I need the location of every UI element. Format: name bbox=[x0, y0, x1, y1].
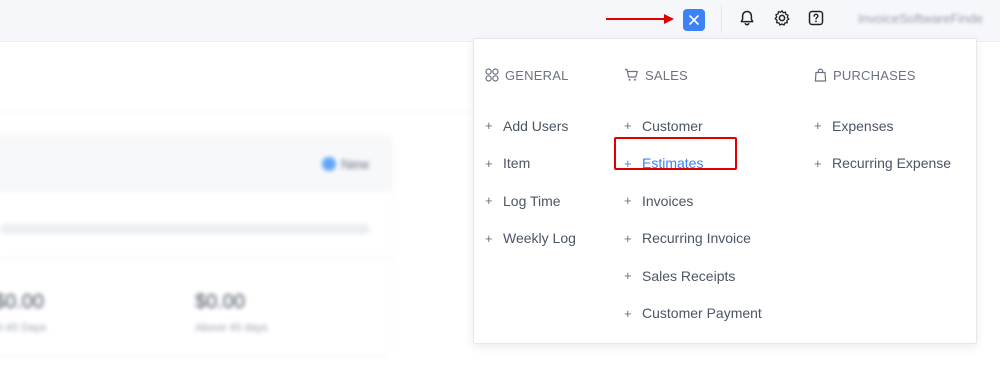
plus-icon: + bbox=[814, 155, 822, 171]
plus-icon: + bbox=[624, 230, 632, 246]
sales-heading: SALES bbox=[624, 65, 762, 85]
menu-item-expenses[interactable]: + Expenses bbox=[814, 107, 951, 145]
background-amount-2-caption: Above 45 days bbox=[195, 322, 268, 334]
plus-icon: + bbox=[485, 155, 493, 171]
close-icon bbox=[689, 15, 699, 25]
purchases-column: PURCHASES + Expenses + Recurring Expense bbox=[814, 65, 951, 182]
plus-icon: + bbox=[624, 155, 632, 171]
sales-heading-label: SALES bbox=[645, 67, 688, 83]
menu-item-recurring-expense[interactable]: + Recurring Expense bbox=[814, 145, 951, 183]
sales-column: SALES + Customer + Estimates + Invoices + Re… bbox=[624, 65, 762, 332]
bell-icon bbox=[740, 10, 754, 26]
notifications-button[interactable] bbox=[737, 8, 757, 28]
plus-icon: + bbox=[624, 305, 632, 321]
top-bar: InvoiceSoftwareFinde bbox=[0, 0, 1000, 42]
background-progress-bar bbox=[0, 224, 370, 234]
background-new-label: New bbox=[341, 156, 370, 172]
topbar-divider bbox=[721, 5, 722, 33]
background-new-button: New bbox=[322, 156, 369, 172]
plus-icon: + bbox=[485, 230, 493, 246]
general-items: + Add Users + Item + Log Time + Weekly Log bbox=[485, 107, 576, 257]
help-icon bbox=[808, 10, 824, 26]
gear-icon bbox=[774, 10, 790, 26]
plus-icon: + bbox=[624, 118, 632, 134]
plus-icon: + bbox=[624, 268, 632, 284]
plus-icon: + bbox=[485, 193, 493, 209]
menu-item-log-time[interactable]: + Log Time bbox=[485, 182, 576, 220]
app-root: New $0.00 0-45 Days $0.00 Above 45 days bbox=[0, 0, 1000, 381]
sales-items: + Customer + Estimates + Invoices + Recurrin… bbox=[624, 107, 762, 332]
purchases-items: + Expenses + Recurring Expense bbox=[814, 107, 951, 182]
general-heading: GENERAL bbox=[485, 65, 576, 85]
menu-item-weekly-log[interactable]: + Weekly Log bbox=[485, 220, 576, 258]
menu-item-recurring-invoice[interactable]: + Recurring Invoice bbox=[624, 220, 762, 258]
menu-item-sales-receipts[interactable]: + Sales Receipts bbox=[624, 257, 762, 295]
plus-icon: + bbox=[814, 118, 822, 134]
menu-item-customer-payment[interactable]: + Customer Payment bbox=[624, 295, 762, 333]
general-column: GENERAL + Add Users + Item + Log Time + Week… bbox=[485, 65, 576, 257]
menu-item-item[interactable]: + Item bbox=[485, 145, 576, 183]
background-amount-1: $0.00 bbox=[0, 291, 45, 313]
menu-item-customer[interactable]: + Customer bbox=[624, 107, 762, 145]
general-heading-label: GENERAL bbox=[505, 67, 569, 83]
background-amount-2: $0.00 bbox=[195, 291, 246, 313]
menu-item-add-users[interactable]: + Add Users bbox=[485, 107, 576, 145]
user-name[interactable]: InvoiceSoftwareFinde bbox=[858, 11, 983, 26]
new-dot-icon bbox=[322, 157, 336, 171]
annotation-arrow-icon bbox=[606, 14, 674, 24]
purchases-heading-label: PURCHASES bbox=[833, 67, 916, 83]
quick-create-menu: GENERAL + Add Users + Item + Log Time + Week… bbox=[473, 38, 977, 344]
quick-create-close-button[interactable] bbox=[683, 9, 705, 31]
help-button[interactable] bbox=[806, 8, 826, 28]
menu-item-estimates[interactable]: + Estimates bbox=[624, 145, 762, 183]
plus-icon: + bbox=[485, 118, 493, 134]
background-amount-1-caption: 0-45 Days bbox=[0, 322, 47, 334]
grid-icon bbox=[485, 68, 499, 82]
purchases-heading: PURCHASES bbox=[814, 65, 951, 85]
settings-button[interactable] bbox=[772, 8, 792, 28]
plus-icon: + bbox=[624, 193, 632, 209]
bag-icon bbox=[814, 68, 827, 82]
cart-icon bbox=[625, 68, 638, 81]
background-divider bbox=[0, 112, 470, 113]
menu-item-invoices[interactable]: + Invoices bbox=[624, 182, 762, 220]
background-separator bbox=[0, 258, 392, 259]
